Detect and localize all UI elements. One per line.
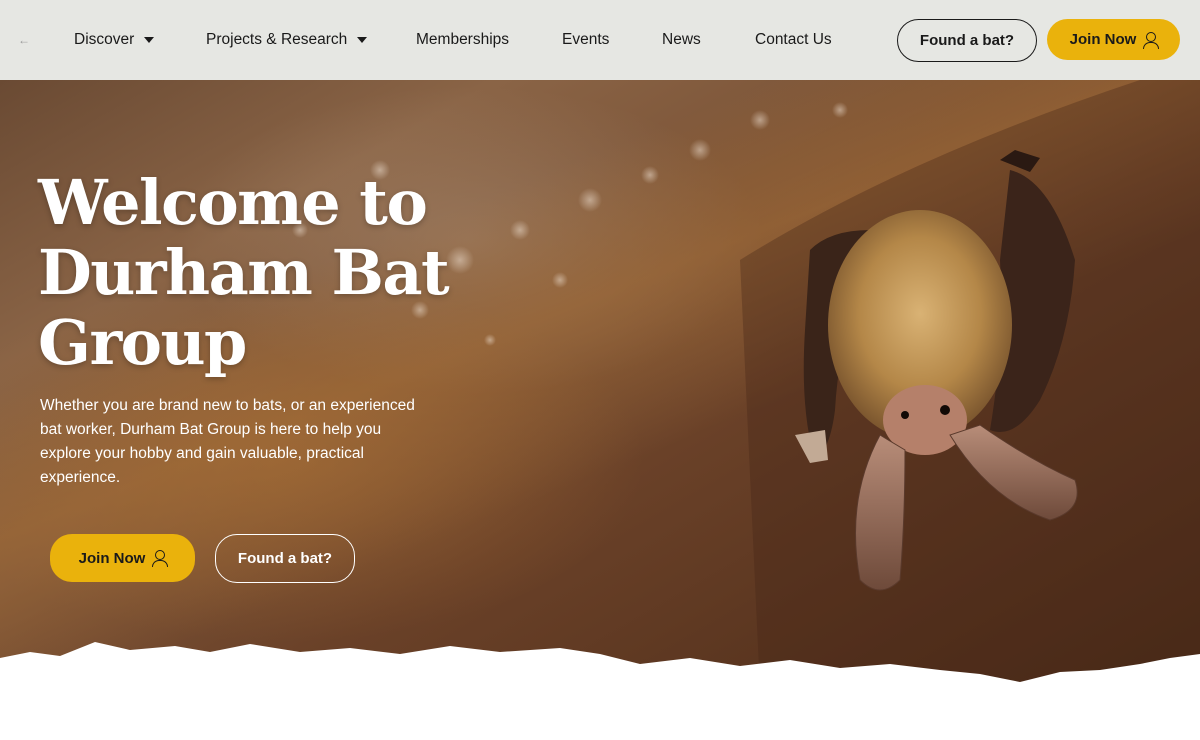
nav-item-projects-research[interactable]: Projects & Research <box>206 28 368 52</box>
nav-item-label: Memberships <box>416 31 510 48</box>
nav-item-news[interactable]: News <box>662 28 701 52</box>
hero-join-now-button[interactable]: Join Now <box>50 534 195 582</box>
user-icon <box>152 550 169 567</box>
hero-found-a-bat-label: Found a bat? <box>237 550 333 567</box>
join-now-label: Join Now <box>1069 31 1137 48</box>
hero-section: Welcome to Durham Bat Group Whether you … <box>0 80 1200 690</box>
hero-description: Whether you are brand new to bats, or an… <box>40 397 415 486</box>
nav-item-label: Discover <box>74 31 135 48</box>
nav-item-label: Contact Us <box>755 31 832 48</box>
torn-edge-divider <box>0 642 1200 740</box>
user-icon <box>1143 31 1160 49</box>
hero-found-a-bat-button[interactable]: Found a bat? <box>215 534 355 583</box>
arrow-left-icon[interactable]: ← <box>18 33 32 47</box>
hero-join-now-label: Join Now <box>78 549 146 567</box>
found-a-bat-button[interactable]: Found a bat? <box>897 19 1037 62</box>
nav-item-memberships[interactable]: Memberships <box>416 28 509 52</box>
top-navigation: ← Discover Projects & Research Membershi… <box>0 0 1200 80</box>
nav-item-discover[interactable]: Discover <box>74 28 155 52</box>
hero-title: Welcome to Durham Bat Group <box>38 166 450 379</box>
join-now-button[interactable]: Join Now <box>1047 19 1180 60</box>
found-a-bat-label: Found a bat? <box>919 32 1015 49</box>
nav-item-label: Events <box>562 31 610 48</box>
nav-item-events[interactable]: Events <box>562 28 609 52</box>
nav-item-contact-us[interactable]: Contact Us <box>755 28 832 52</box>
chevron-down-icon <box>144 37 155 43</box>
chevron-down-icon <box>357 37 368 43</box>
nav-item-label: News <box>662 31 701 48</box>
nav-item-label: Projects & Research <box>206 31 348 48</box>
